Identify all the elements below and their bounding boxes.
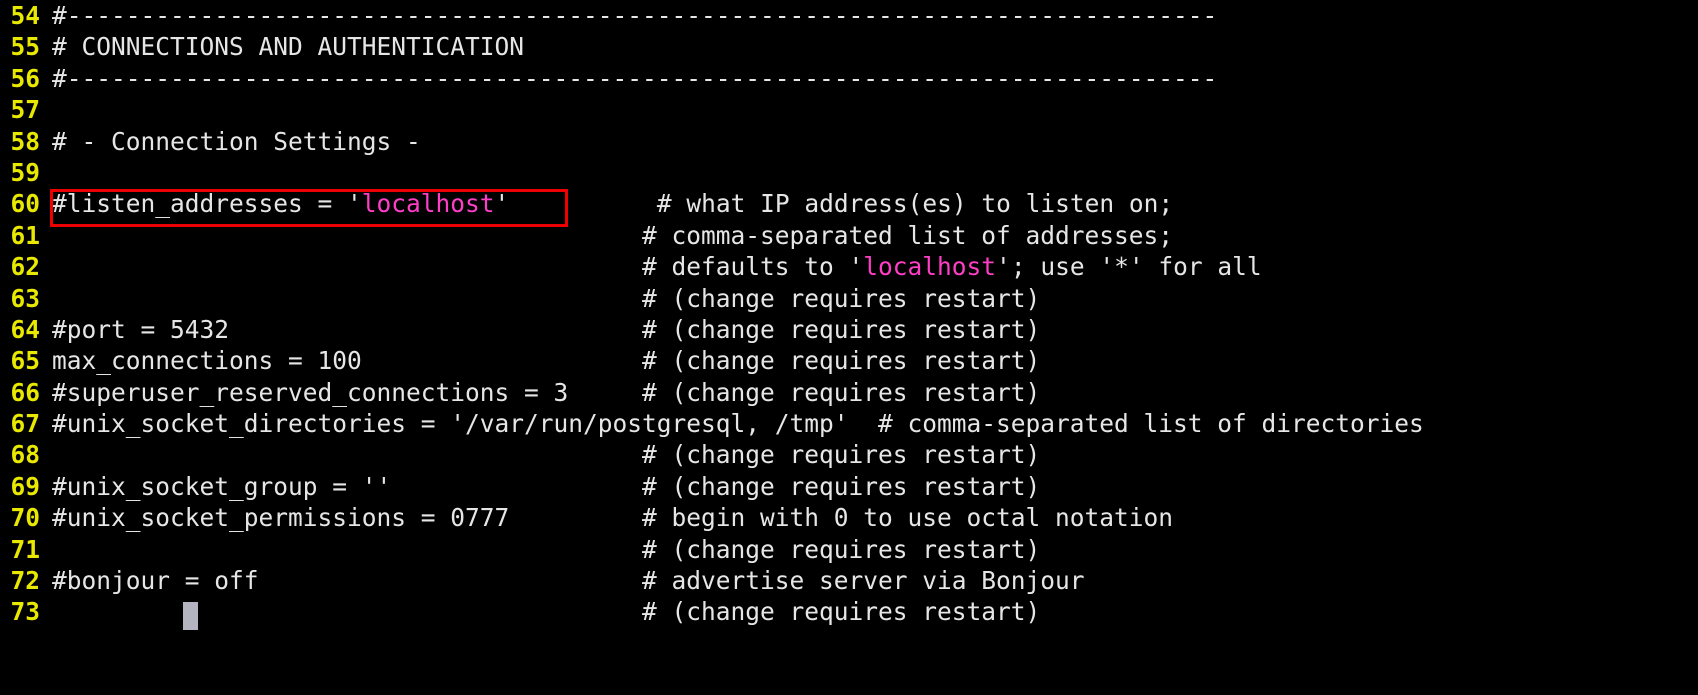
code-text: '	[494, 189, 510, 219]
code-text: #unix_socket_group = '' # (change requir…	[52, 471, 1041, 501]
code-line[interactable]: 61 # comma-separated list of addresses;	[0, 220, 1698, 251]
line-number: 65	[10, 346, 40, 376]
code-line[interactable]: 66 #superuser_reserved_connections = 3 # …	[0, 377, 1698, 408]
line-number: 62	[10, 252, 40, 282]
line-number: 61	[10, 220, 40, 250]
code-text: ; use '*' for all	[1010, 252, 1262, 282]
code-line-content: # (change requires restart)	[52, 439, 1040, 470]
code-line[interactable]: 71 # (change requires restart)	[0, 534, 1698, 565]
code-text: # (change requires restart)	[52, 440, 1041, 470]
code-text: #port = 5432 # (change requires restart)	[52, 314, 1041, 344]
code-line[interactable]: 60 #listen_addresses = 'localhost' # what…	[0, 188, 1698, 219]
code-line[interactable]: 72 #bonjour = off # advertise server via …	[0, 565, 1698, 596]
code-text: # (change requires restart)	[52, 283, 1041, 313]
code-line-content: #---------------------------------------…	[52, 0, 1217, 31]
code-line[interactable]: 70 #unix_socket_permissions = 0777 # begi…	[0, 502, 1698, 533]
code-line[interactable]: 64 #port = 5432 # (change requires restar…	[0, 314, 1698, 345]
code-text: #bonjour = off # advertise server via Bo…	[52, 566, 1085, 596]
line-number: 66	[10, 377, 40, 407]
code-line-content: # CONNECTIONS AND AUTHENTICATION	[52, 31, 524, 62]
line-number: 71	[10, 534, 40, 564]
line-number: 70	[10, 503, 40, 533]
terminal-window[interactable]: 54 #-------------------------------------…	[0, 0, 1698, 695]
code-line-content: #unix_socket_directories = '/var/run/pos…	[52, 408, 1424, 439]
code-text: # (change requires restart)	[52, 534, 1041, 564]
line-number: 72	[10, 566, 40, 596]
code-line[interactable]: 55 # CONNECTIONS AND AUTHENTICATION	[0, 31, 1698, 62]
line-number: 55	[10, 32, 40, 62]
code-text: # defaults to	[52, 252, 849, 282]
code-text: # comma-separated list of addresses;	[52, 220, 1174, 250]
code-line-content: max_connections = 100 # (change requires…	[52, 345, 1040, 376]
code-line-content: #bonjour = off # advertise server via Bo…	[52, 565, 1085, 596]
code-line-content: # - Connection Settings -	[52, 126, 421, 157]
code-text: # (change requires restart)	[52, 597, 1041, 627]
code-text: '	[996, 252, 1011, 282]
code-line-content: # defaults to 'localhost'; use '*' for a…	[52, 251, 1262, 282]
code-line[interactable]: 69 #unix_socket_group = '' # (change requ…	[0, 471, 1698, 502]
string-literal: localhost	[863, 252, 997, 282]
code-line-content: #---------------------------------------…	[52, 63, 1217, 94]
code-line[interactable]: 57	[0, 94, 1698, 125]
line-number: 54	[10, 1, 40, 30]
text-cursor	[183, 602, 198, 630]
code-line[interactable]: 65 max_connections = 100 # (change requir…	[0, 345, 1698, 376]
line-number: 64	[10, 314, 40, 344]
code-line[interactable]: 62 # defaults to 'localhost'; use '*' fo…	[0, 251, 1698, 282]
code-line[interactable]: 68 # (change requires restart)	[0, 439, 1698, 470]
code-line-content: # (change requires restart)	[52, 596, 1040, 627]
config-file-text-area[interactable]: 54 #-------------------------------------…	[0, 0, 1698, 695]
code-text: # CONNECTIONS AND AUTHENTICATION	[52, 32, 525, 62]
line-number: 68	[10, 440, 40, 470]
code-text: max_connections = 100 # (change requires…	[52, 346, 1041, 376]
code-line-content: #superuser_reserved_connections = 3 # (c…	[52, 377, 1040, 408]
line-number: 58	[10, 126, 40, 156]
line-number: 56	[10, 63, 40, 93]
code-text: '	[848, 252, 864, 282]
code-text: #superuser_reserved_connections = 3 # (c…	[52, 377, 1041, 407]
code-text: # - Connection Settings -	[52, 126, 421, 156]
line-number: 69	[10, 471, 40, 501]
code-text: #---------------------------------------…	[52, 63, 1218, 93]
code-text: #---------------------------------------…	[52, 1, 1218, 30]
line-number: 59	[10, 157, 40, 187]
code-line[interactable]: 56 #-------------------------------------…	[0, 63, 1698, 94]
line-number: 67	[10, 409, 40, 439]
string-literal: localhost	[361, 189, 495, 219]
code-line[interactable]: 63 # (change requires restart)	[0, 283, 1698, 314]
code-line[interactable]: 67 #unix_socket_directories = '/var/run/p…	[0, 408, 1698, 439]
code-text: # what IP address(es) to listen on;	[509, 189, 1174, 219]
code-line-content: #unix_socket_group = '' # (change requir…	[52, 471, 1040, 502]
line-number: 60	[10, 189, 40, 219]
line-number: 57	[10, 95, 40, 125]
line-number: 63	[10, 283, 40, 313]
code-text: #unix_socket_permissions = 0777 # begin …	[52, 503, 1174, 533]
code-line-content: # (change requires restart)	[52, 534, 1040, 565]
code-line[interactable]: 73 # (change requires restart)	[0, 596, 1698, 627]
line-number: 73	[10, 597, 40, 627]
code-line-content: # (change requires restart)	[52, 283, 1040, 314]
code-line[interactable]: 54 #-------------------------------------…	[0, 0, 1698, 31]
code-line-content: #unix_socket_permissions = 0777 # begin …	[52, 502, 1173, 533]
code-line[interactable]: 58 # - Connection Settings -	[0, 126, 1698, 157]
code-line-content: # comma-separated list of addresses;	[52, 220, 1173, 251]
code-line-content: #listen_addresses = 'localhost' # what I…	[52, 188, 1173, 219]
code-line[interactable]: 59	[0, 157, 1698, 188]
code-text: #unix_socket_directories = '/var/run/pos…	[52, 409, 1424, 439]
code-line-content: #port = 5432 # (change requires restart)	[52, 314, 1040, 345]
code-text: #listen_addresses =	[52, 189, 348, 219]
code-text: '	[347, 189, 362, 219]
